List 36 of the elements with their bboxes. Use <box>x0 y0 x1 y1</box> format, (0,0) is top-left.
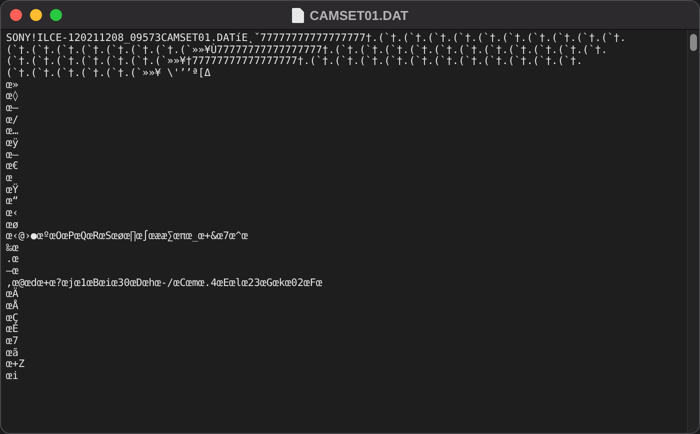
text-line: œ€ <box>6 161 18 173</box>
text-line: œ— <box>6 150 18 161</box>
text-line: œø <box>6 220 18 230</box>
window-title: CAMSET01.DAT <box>310 8 408 22</box>
text-line: œÿ <box>6 138 18 150</box>
text-line: œã <box>6 348 18 360</box>
text-line: œ7 <box>6 336 18 348</box>
minimize-button[interactable] <box>30 9 42 21</box>
text-line: œÇ <box>6 312 18 324</box>
text-line: —œ <box>6 266 18 278</box>
text-line: œ <box>6 172 12 184</box>
text-line: œÅ <box>6 301 18 313</box>
text-line: œÄ <box>6 289 18 300</box>
text-line: (`†.(`†.(`†.(`†.(`†.(`†.(`†.(`»»¥Ù77777777777777777†.(`†.(`†.(`†.(`†.(`†.(`†.(`†.(`†.(`†.(`†.(`†. <box>6 44 608 56</box>
text-line: œ» <box>6 80 18 91</box>
text-line: ,œ@œdœ+œ?œjœ1œBœiœ30œDœhœ-/œCœmœ.4œEœlœ23œGœkœ02œFœ <box>6 278 322 289</box>
text-line: SONY!ILCE-120211208_09573CAMSET01.DATíE˛ˇ77777777777777777†.(`†.(`†.(`†.(`†.(`†.(`†.(`†.(`†.(`†.(`†. <box>6 33 626 44</box>
zoom-button[interactable] <box>50 9 62 21</box>
text-line: ‰œ <box>6 242 18 254</box>
text-line: œÉ <box>6 324 18 336</box>
close-button[interactable] <box>10 9 22 21</box>
text-line: œ‹@›●œºœOœPœQœRœSœøœ∏œ∫œææ∑œπœ_œ+&œ7œ^œ <box>6 231 248 243</box>
text-line: œi <box>6 371 18 383</box>
text-line: .œ <box>6 254 18 266</box>
text-line: (`†.(`†.(`†.(`†.(`†.(`†.(`»»¥†77777777777777777†.(`†.(`†.(`†.(`†.(`†.(`†.(`†.(`†.(`†.(`†.(`†. <box>6 56 583 68</box>
text-line: (`†.(`†.(`†.(`†.(`†.(`»»¥ \'’’ª[Δ <box>6 68 211 80</box>
text-line: œŸ <box>6 184 18 196</box>
text-line: œ+Z <box>6 359 25 371</box>
document-icon <box>292 8 304 22</box>
text-line: œ“ <box>6 196 18 208</box>
text-line: œ— <box>6 102 18 115</box>
text-line: œ/ <box>6 114 18 126</box>
text-line: œ◊ <box>6 91 18 103</box>
text-line: œ‹ <box>6 208 18 220</box>
text-line: œ… <box>6 126 18 138</box>
scroll-bar[interactable] <box>687 30 699 433</box>
